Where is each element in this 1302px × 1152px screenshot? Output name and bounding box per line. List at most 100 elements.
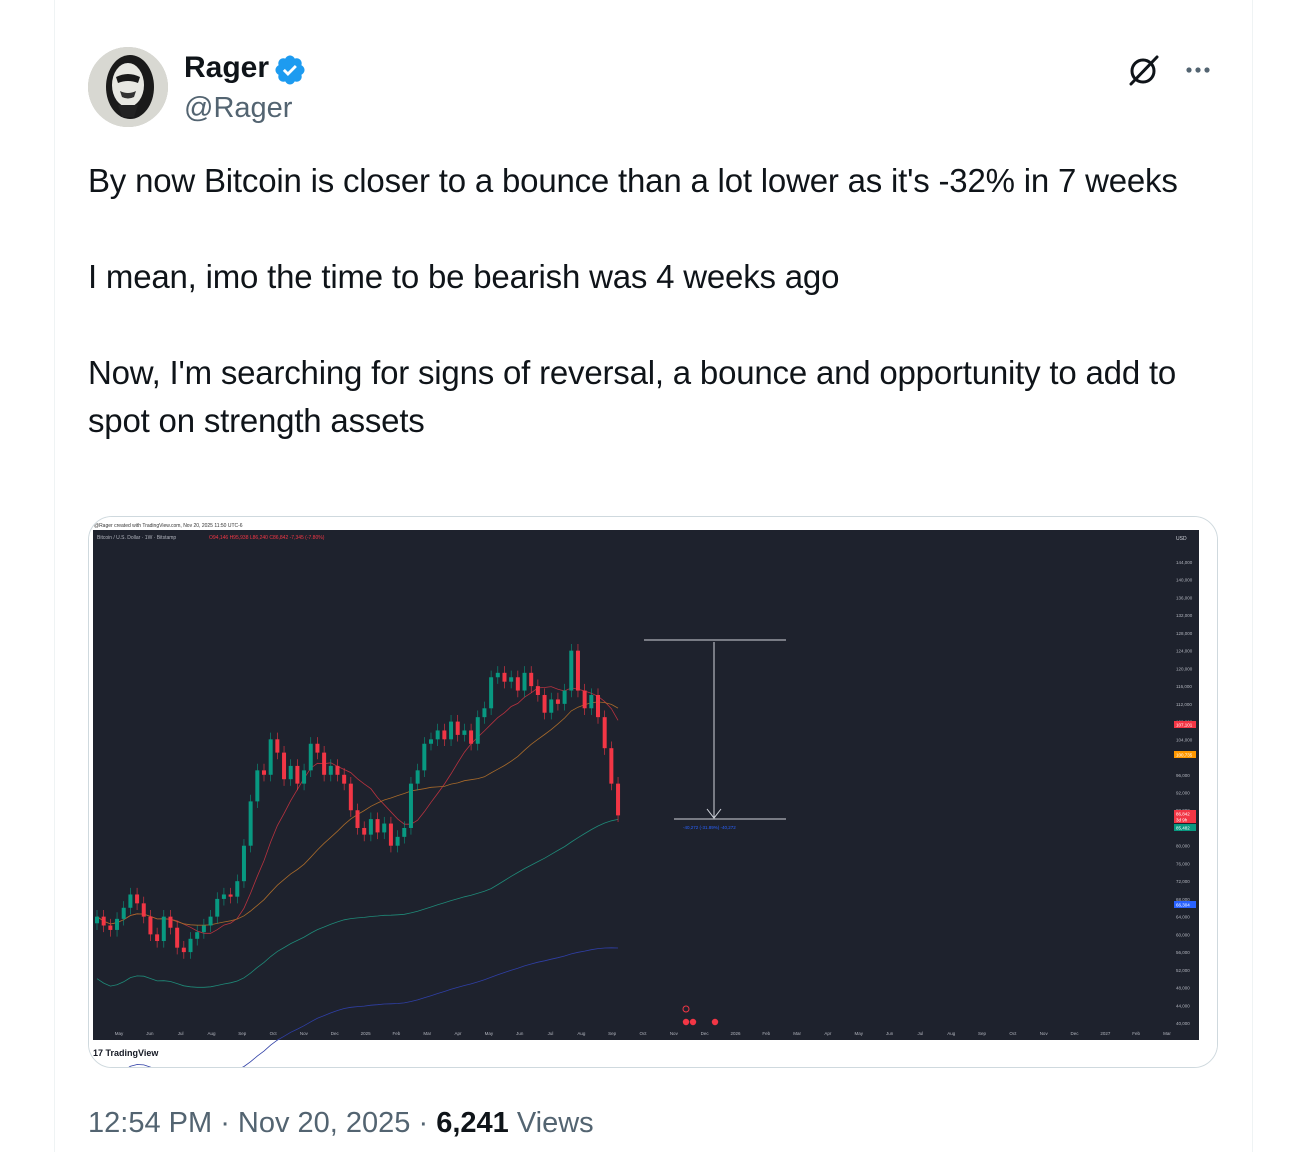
price-label: 66,304 [1176, 903, 1190, 908]
x-tick-label: 2026 [730, 1031, 741, 1036]
candle [275, 739, 280, 753]
candle [128, 894, 133, 908]
tweet-date[interactable]: Nov 20, 2025 [238, 1107, 411, 1139]
candle [502, 672, 507, 682]
candle [596, 694, 600, 718]
candle [228, 894, 233, 897]
candle [175, 927, 180, 948]
x-tick-label: Aug [577, 1031, 586, 1036]
x-tick-label: May [115, 1031, 124, 1036]
candle [442, 730, 447, 740]
candle [555, 699, 560, 704]
candle [155, 934, 160, 942]
x-tick-label: Dec [701, 1031, 710, 1036]
candle [395, 836, 400, 846]
tradingview-logo-icon: 17 [93, 1048, 106, 1058]
y-tick-label: 64,000 [1176, 915, 1190, 920]
candle [462, 730, 467, 735]
candle [348, 783, 353, 811]
x-tick-label: Jun [146, 1031, 154, 1036]
candle [282, 752, 287, 780]
y-tick-label: 116,000 [1176, 684, 1192, 689]
x-tick-label: Nov [1040, 1031, 1049, 1036]
candle [195, 932, 200, 939]
views-label: Views [508, 1107, 594, 1139]
more-options-icon[interactable] [1180, 52, 1216, 88]
candle [201, 925, 206, 933]
tradingview-logo-text: 17 TradingView [93, 1048, 159, 1058]
x-tick-label: 2027 [1100, 1031, 1111, 1036]
candle [455, 721, 460, 735]
candle [188, 938, 193, 953]
candle [415, 770, 420, 784]
x-tick-label: Oct [270, 1031, 278, 1036]
candle [141, 903, 146, 917]
x-tick-label: Oct [1009, 1031, 1017, 1036]
x-tick-label: Aug [947, 1031, 956, 1036]
y-tick-label: 92,000 [1176, 791, 1190, 796]
candle [288, 765, 293, 780]
x-tick-label: 2025 [361, 1031, 372, 1036]
price-label: 85,482 [1176, 826, 1190, 831]
candle [489, 677, 494, 709]
tweet-meta: 12:54 PM · Nov 20, 2025 · 6,241 Views [88, 1103, 594, 1143]
candle [135, 894, 140, 904]
meta-separator: · [212, 1107, 238, 1139]
candle [315, 743, 320, 753]
candle [255, 770, 260, 802]
candle [609, 748, 614, 784]
candle [322, 752, 327, 775]
candle [575, 650, 580, 691]
x-tick-label: Sep [238, 1031, 247, 1036]
candle [509, 677, 514, 682]
x-tick-label: Dec [331, 1031, 340, 1036]
candle [328, 765, 333, 775]
y-tick-label: 132,000 [1176, 613, 1193, 618]
y-tick-label: 48,000 [1176, 986, 1190, 991]
candle [335, 765, 340, 775]
author-handle[interactable]: @Rager [184, 90, 292, 126]
candle [168, 916, 173, 928]
candle [115, 918, 120, 930]
candle [362, 827, 367, 835]
candle [549, 699, 554, 713]
tweet-time[interactable]: 12:54 PM [88, 1107, 212, 1139]
author-name[interactable]: Rager [184, 50, 269, 86]
price-label: 86,842 [1176, 812, 1190, 817]
avatar[interactable] [88, 47, 168, 127]
candle [582, 690, 587, 709]
candle [429, 739, 433, 744]
candle [562, 690, 567, 704]
x-tick-label: Feb [762, 1031, 770, 1036]
chart-created-text: @Rager created with TradingView.com, Nov… [94, 523, 243, 529]
tweet-media-chart[interactable]: @Rager created with TradingView.com, Nov… [88, 516, 1218, 1068]
candle [388, 823, 393, 846]
candle [121, 907, 126, 919]
y-tick-label: 72,000 [1176, 879, 1190, 884]
candle [602, 717, 607, 749]
x-tick-label: Feb [1132, 1031, 1140, 1036]
candle [101, 916, 106, 926]
y-tick-label: 96,000 [1176, 773, 1190, 778]
candle [148, 916, 153, 935]
candle [589, 694, 594, 709]
y-tick-label: 104,000 [1176, 737, 1193, 742]
grok-icon[interactable] [1126, 52, 1162, 88]
y-tick-label: 112,000 [1176, 702, 1192, 707]
price-label: 107,101 [1176, 723, 1193, 728]
candle [375, 819, 380, 833]
x-tick-label: Mar [1163, 1031, 1171, 1036]
candle [522, 672, 527, 691]
candle [515, 677, 520, 691]
candle [382, 823, 387, 833]
candle [529, 672, 534, 687]
y-tick-label: 144,000 [1176, 560, 1193, 565]
x-tick-label: Apr [455, 1031, 463, 1036]
y-tick-label: 140,000 [1176, 578, 1193, 583]
chart-ohlc: O94,146 H95,938 L86,240 C86,842 -7,345 (… [209, 535, 325, 541]
candle [535, 686, 540, 695]
verified-badge-icon [275, 55, 305, 85]
candle [475, 717, 480, 744]
x-tick-label: Mar [793, 1031, 801, 1036]
chart-image: @Rager created with TradingView.com, Nov… [89, 517, 1217, 1067]
